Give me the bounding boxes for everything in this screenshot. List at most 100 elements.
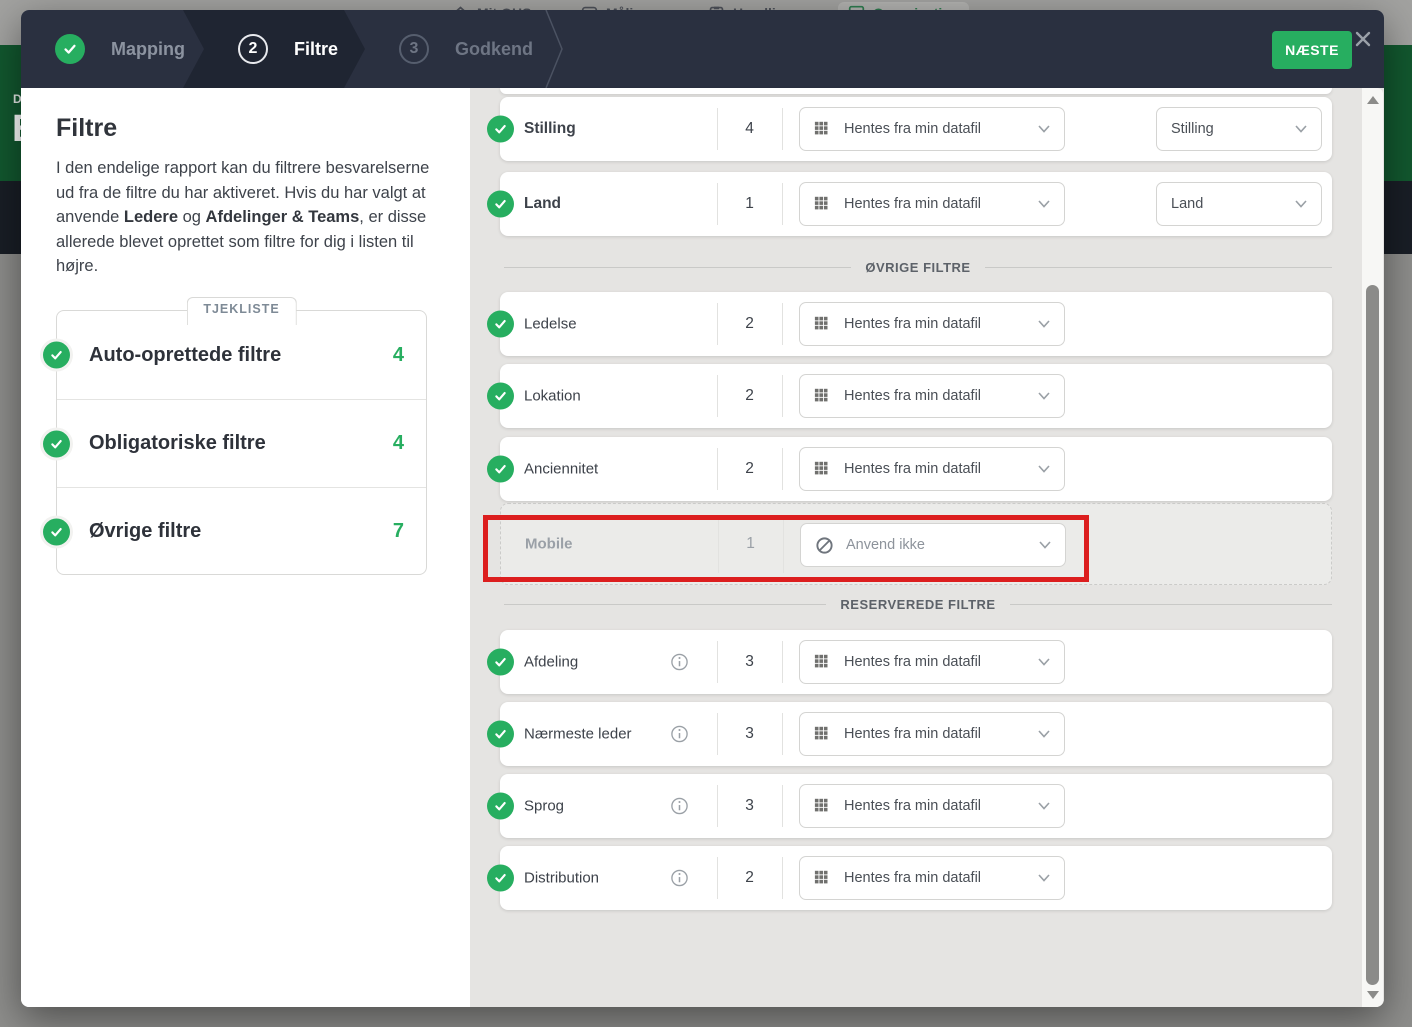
source-dropdown[interactable]: Hentes fra min datafil	[799, 182, 1065, 226]
section-header-ovrige: ØVRIGE FILTRE	[504, 260, 1332, 275]
filter-count: 2	[745, 460, 754, 477]
step-number: 3	[399, 34, 429, 64]
chevron-down-icon	[1038, 392, 1050, 400]
dropdown-value: Stilling	[1171, 121, 1214, 137]
description-bold: Afdelinger & Teams	[205, 208, 360, 226]
step-label: Mapping	[111, 38, 185, 59]
dropdown-value: Hentes fra min datafil	[844, 388, 982, 404]
scrollbar-thumb[interactable]	[1366, 285, 1379, 985]
divider	[782, 857, 783, 899]
source-dropdown[interactable]: Hentes fra min datafil	[799, 856, 1065, 900]
info-icon[interactable]	[670, 869, 689, 888]
checklist-item-label: Auto-oprettede filtre	[89, 343, 282, 366]
section-header-reserverede: RESERVEREDE FILTRE	[504, 597, 1332, 612]
divider	[1009, 604, 1332, 605]
close-icon[interactable]	[1350, 26, 1376, 52]
divider	[984, 267, 1332, 268]
data-table-icon	[814, 196, 828, 210]
check-icon	[43, 341, 70, 369]
next-button[interactable]: NÆSTE	[1272, 31, 1352, 69]
dropdown-value: Hentes fra min datafil	[844, 726, 982, 742]
step-label: Godkend	[455, 38, 534, 59]
source-dropdown[interactable]: Hentes fra min datafil	[799, 712, 1065, 756]
chevron-down-icon	[1038, 200, 1050, 208]
chevron-down-icon	[1038, 465, 1050, 473]
dropdown-value: Anvend ikke	[846, 537, 925, 553]
step-godkend[interactable]: 3 Godkend	[399, 10, 533, 88]
filter-label: Stilling	[524, 120, 576, 137]
not-applied-icon	[816, 536, 833, 554]
source-dropdown[interactable]: Hentes fra min datafil	[799, 302, 1065, 346]
check-icon	[487, 864, 514, 892]
source-dropdown[interactable]: Hentes fra min datafil	[799, 374, 1065, 418]
dropdown-value: Hentes fra min datafil	[844, 196, 982, 212]
divider	[782, 641, 783, 683]
filter-label: Lokation	[524, 387, 581, 405]
divider	[782, 303, 783, 345]
filter-count: 2	[745, 387, 754, 404]
filter-label: Mobile	[525, 535, 573, 553]
step-separator-chevron	[545, 10, 563, 88]
info-icon[interactable]	[670, 653, 689, 672]
filter-label: Ledelse	[524, 315, 577, 333]
chevron-down-icon	[1038, 658, 1050, 666]
filter-label: Anciennitet	[524, 460, 599, 478]
filter-count: 4	[745, 120, 754, 137]
check-icon	[487, 382, 514, 410]
checklist-item-auto: Auto-oprettede filtre 4	[43, 311, 426, 399]
check-icon	[487, 792, 514, 820]
filter-row-lokation: Lokation 2 Hentes fra min datafil	[487, 364, 1332, 428]
scrollbar-down-arrow-icon[interactable]	[1366, 991, 1379, 999]
description-bold: Ledere	[123, 208, 179, 226]
check-icon	[487, 190, 514, 218]
chevron-down-icon	[1038, 802, 1050, 810]
step-done-check-icon	[55, 34, 85, 64]
filter-label: Afdeling	[524, 653, 579, 671]
checklist-item-label: Obligatoriske filtre	[89, 432, 266, 454]
check-icon	[487, 455, 514, 483]
check-icon	[487, 648, 514, 676]
page-title: Filtre	[56, 114, 118, 142]
source-dropdown[interactable]: Hentes fra min datafil	[799, 640, 1065, 684]
scrollbar[interactable]	[1362, 88, 1383, 1007]
filters-panel: Stilling 4 Hentes fra min datafil Stilli…	[470, 88, 1384, 1007]
source-dropdown[interactable]: Hentes fra min datafil	[799, 784, 1065, 828]
mapping-dropdown[interactable]: Land	[1156, 182, 1322, 226]
scrollbar-up-arrow-icon[interactable]	[1366, 96, 1379, 104]
dropdown-value: Land	[1171, 196, 1204, 212]
section-title: RESERVEREDE FILTRE	[840, 597, 996, 612]
section-title: ØVRIGE FILTRE	[865, 260, 971, 275]
filter-count: 1	[745, 195, 754, 212]
source-dropdown[interactable]: Anvend ikke	[800, 523, 1066, 567]
step-filtre[interactable]: 2 Filtre	[238, 10, 338, 88]
filter-row-naermeste-leder: Nærmeste leder 3 Hentes fra min datafil	[487, 702, 1332, 766]
divider	[782, 108, 783, 150]
check-icon	[43, 518, 70, 545]
description-text: og	[178, 208, 206, 226]
check-icon	[43, 430, 70, 457]
data-table-icon	[814, 726, 828, 740]
filter-count: 2	[745, 315, 754, 332]
checklist-item-count: 4	[392, 432, 404, 454]
check-icon	[487, 115, 514, 143]
filter-label: Sprog	[524, 797, 565, 815]
filter-row-land: Land 1 Hentes fra min datafil Land	[487, 172, 1332, 236]
source-dropdown[interactable]: Hentes fra min datafil	[799, 107, 1065, 151]
data-table-icon	[814, 121, 828, 135]
checklist-item-count: 4	[392, 343, 404, 366]
dropdown-value: Hentes fra min datafil	[844, 121, 982, 137]
info-icon[interactable]	[670, 797, 689, 816]
info-icon[interactable]	[670, 725, 689, 744]
chevron-down-icon	[1038, 874, 1050, 882]
step-mapping[interactable]: Mapping	[55, 10, 185, 88]
source-dropdown[interactable]: Hentes fra min datafil	[799, 447, 1065, 491]
filter-count: 1	[746, 535, 755, 552]
filter-count: 3	[745, 653, 754, 670]
mapping-dropdown[interactable]: Stilling	[1156, 107, 1322, 151]
chevron-down-icon	[1039, 541, 1051, 549]
dropdown-value: Hentes fra min datafil	[844, 870, 982, 886]
dropdown-value: Hentes fra min datafil	[844, 654, 982, 670]
filter-row-ledelse: Ledelse 2 Hentes fra min datafil	[487, 292, 1332, 356]
chevron-down-icon	[1038, 730, 1050, 738]
filter-label: Land	[524, 195, 562, 212]
